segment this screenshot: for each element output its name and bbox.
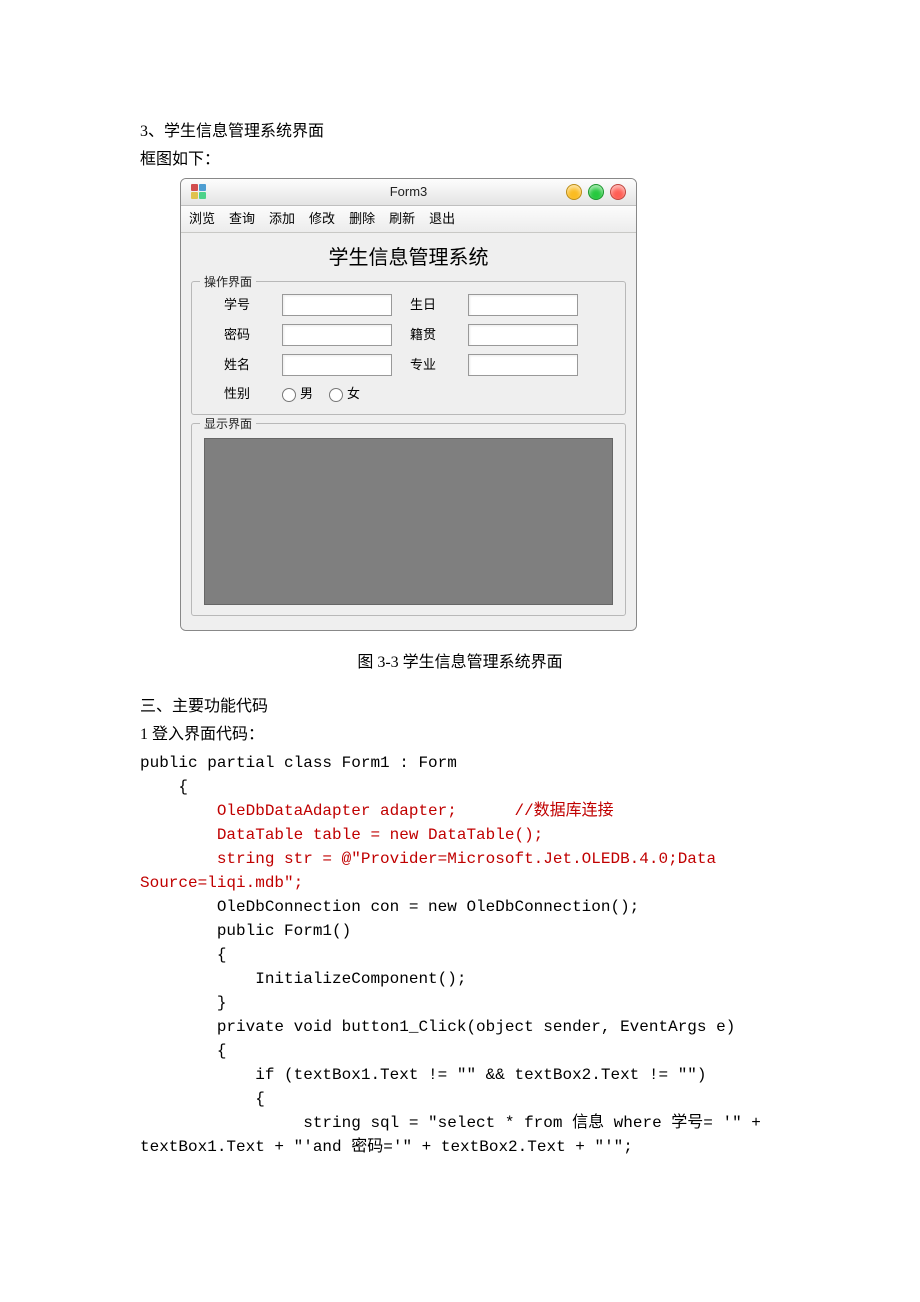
minimize-icon[interactable] xyxy=(566,184,582,200)
intro-line-2: 框图如下： xyxy=(140,148,780,172)
menu-delete[interactable]: 删除 xyxy=(349,209,375,229)
label-name: 姓名 xyxy=(224,355,264,375)
maximize-icon[interactable] xyxy=(588,184,604,200)
intro-line-1: 3、学生信息管理系统界面 xyxy=(140,120,780,144)
label-password: 密码 xyxy=(224,325,264,345)
section3-sub1: 1 登入界面代码： xyxy=(140,723,780,747)
radio-male-label: 男 xyxy=(300,386,313,401)
window-titlebar: Form3 xyxy=(181,179,636,206)
section3-heading: 三、主要功能代码 xyxy=(140,695,780,719)
menu-refresh[interactable]: 刷新 xyxy=(389,209,415,229)
menu-browse[interactable]: 浏览 xyxy=(189,209,215,229)
label-birthday: 生日 xyxy=(410,295,450,315)
input-native[interactable] xyxy=(468,324,578,346)
input-password[interactable] xyxy=(282,324,392,346)
groupbox-operate-legend: 操作界面 xyxy=(200,273,256,291)
menu-add[interactable]: 添加 xyxy=(269,209,295,229)
radio-male[interactable]: 男 xyxy=(282,384,313,404)
input-birthday[interactable] xyxy=(468,294,578,316)
menu-search[interactable]: 查询 xyxy=(229,209,255,229)
menu-exit[interactable]: 退出 xyxy=(429,209,455,229)
app-form-icon xyxy=(191,184,207,200)
label-sex: 性别 xyxy=(224,384,264,404)
window-controls xyxy=(566,184,626,200)
code-block: public partial class Form1 : Form { OleD… xyxy=(140,751,780,1159)
client-area: 学生信息管理系统 操作界面 学号 生日 密码 籍贯 姓名 专 xyxy=(181,233,636,630)
input-name[interactable] xyxy=(282,354,392,376)
label-native: 籍贯 xyxy=(410,325,450,345)
radio-female[interactable]: 女 xyxy=(329,384,360,404)
input-student-id[interactable] xyxy=(282,294,392,316)
label-major: 专业 xyxy=(410,355,450,375)
system-title: 学生信息管理系统 xyxy=(191,243,626,273)
groupbox-display: 显示界面 xyxy=(191,423,626,616)
figure-caption: 图 3-3 学生信息管理系统界面 xyxy=(140,651,780,675)
menu-edit[interactable]: 修改 xyxy=(309,209,335,229)
groupbox-display-legend: 显示界面 xyxy=(200,415,256,433)
close-icon[interactable] xyxy=(610,184,626,200)
input-major[interactable] xyxy=(468,354,578,376)
label-student-id: 学号 xyxy=(224,295,264,315)
radio-female-label: 女 xyxy=(347,386,360,401)
app-menubar: 浏览 查询 添加 修改 删除 刷新 退出 xyxy=(181,206,636,233)
app-window: Form3 浏览 查询 添加 修改 删除 刷新 退出 学生信息管理系统 xyxy=(180,178,637,631)
data-grid-panel[interactable] xyxy=(204,438,613,605)
groupbox-operate: 操作界面 学号 生日 密码 籍贯 姓名 专业 性 xyxy=(191,281,626,415)
figure-container: Form3 浏览 查询 添加 修改 删除 刷新 退出 学生信息管理系统 xyxy=(140,176,780,641)
